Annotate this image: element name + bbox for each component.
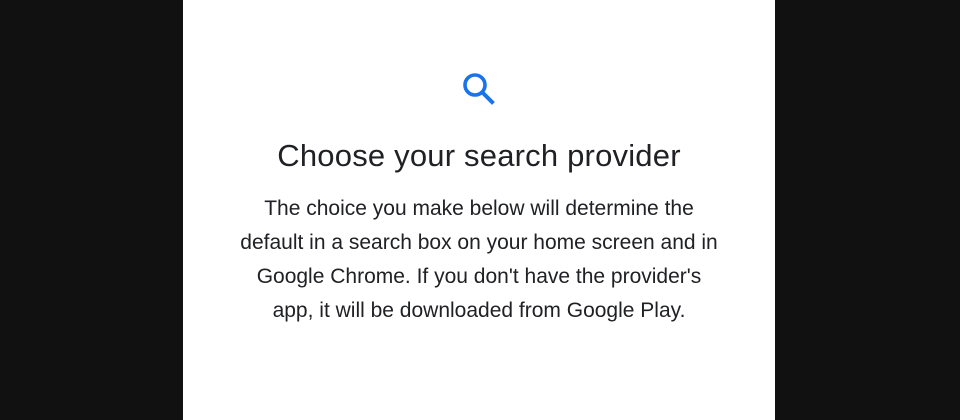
description-line: default in a search box on your home scr…	[240, 231, 718, 254]
description-line: Google Chrome. If you don't have the pro…	[256, 265, 702, 288]
dialog-description: The choice you make below will determine…	[203, 192, 755, 328]
description-line: app, it will be downloaded from Google P…	[272, 299, 686, 322]
screen: Choose your search provider The choice y…	[0, 0, 960, 420]
search-provider-dialog: Choose your search provider The choice y…	[183, 0, 775, 420]
dialog-title: Choose your search provider	[277, 138, 681, 173]
description-line: The choice you make below will determine…	[264, 197, 694, 220]
search-icon	[459, 70, 499, 110]
